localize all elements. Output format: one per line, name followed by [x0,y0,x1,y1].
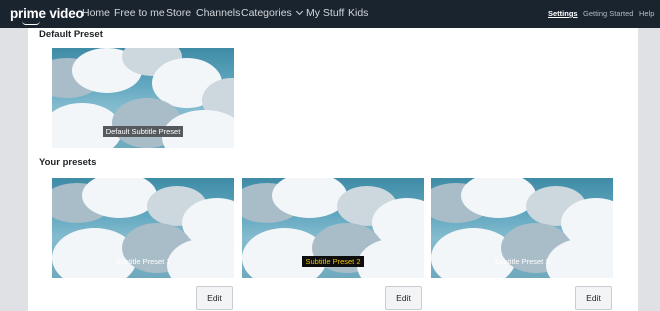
nav-channels[interactable]: Channels [196,7,240,19]
preset-1-preview[interactable]: Subtitle Preset 1 [52,178,234,278]
nav-free-to-me[interactable]: Free to me [114,7,165,19]
nav-home[interactable]: Home [82,7,110,19]
preset-3-caption: Subtitle Preset 3 [494,257,550,266]
nav-help[interactable]: Help [639,9,654,18]
logo-smile-icon [22,21,40,25]
preset-2-preview[interactable]: Subtitle Preset 2 [242,178,424,278]
preset-1-caption: Subtitle Preset 1 [115,257,171,266]
nav-categories-label: Categories [241,7,292,19]
nav-categories[interactable]: Categories [241,7,303,19]
your-presets-heading: Your presets [39,157,97,168]
preset-2-caption: Subtitle Preset 2 [242,256,424,267]
cloud-shape [272,178,347,218]
prime-video-logo[interactable]: prime video [10,6,84,21]
nav-kids[interactable]: Kids [348,7,368,19]
nav-my-stuff[interactable]: My Stuff [306,7,344,19]
settings-panel: Default Preset Default Subtitle Preset Y… [28,28,638,311]
nav-settings[interactable]: Settings [548,9,578,18]
cloud-shape [461,178,536,218]
top-nav: prime video Home Free to me Store Channe… [0,0,660,28]
preset-3-preview[interactable]: Subtitle Preset 3 [431,178,613,278]
cloud-shape [82,178,157,218]
chevron-down-icon [295,7,303,16]
default-preset-caption: Default Subtitle Preset [52,126,234,137]
edit-preset-1-button[interactable]: Edit [196,286,233,310]
edit-preset-3-button[interactable]: Edit [575,286,612,310]
default-preset-heading: Default Preset [39,29,103,40]
nav-store[interactable]: Store [166,7,191,19]
default-preset-preview[interactable]: Default Subtitle Preset [52,48,234,148]
edit-preset-2-button[interactable]: Edit [385,286,422,310]
nav-getting-started[interactable]: Getting Started [583,9,633,18]
